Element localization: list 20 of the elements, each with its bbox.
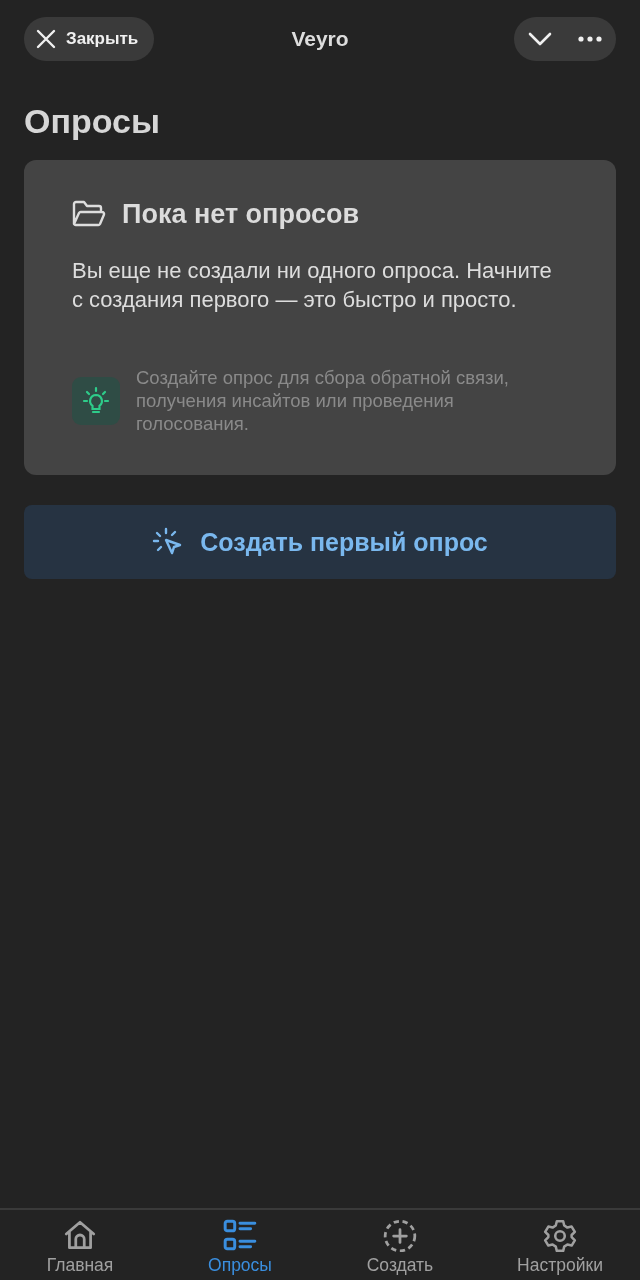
empty-state-text: Вы еще не создали ни одного опроса. Начните с создания первого — это быстро и просто. <box>72 257 553 315</box>
more-icon[interactable] <box>578 36 602 42</box>
tab[interactable]: Настройки <box>480 1210 640 1280</box>
empty-state-title: Пока нет опросов <box>122 197 360 231</box>
home-icon <box>62 1218 98 1252</box>
add-icon <box>382 1218 418 1252</box>
folder-icon <box>72 200 106 229</box>
settings-icon <box>542 1218 578 1252</box>
app-title: Veyro <box>291 27 349 51</box>
lightbulb-icon <box>72 376 120 425</box>
list-icon <box>222 1218 258 1252</box>
tab[interactable]: Создать <box>320 1210 480 1280</box>
chevron-down-icon[interactable] <box>528 32 552 46</box>
close-icon <box>36 29 56 49</box>
tab[interactable]: Главная <box>0 1210 160 1280</box>
create-poll-button[interactable]: Создать первый опрос <box>24 505 616 580</box>
tip-text: Создайте опрос для сбора обратной связи, получения инсайтов или проведения голосования. <box>136 366 510 436</box>
close-button[interactable]: Закрыть <box>24 17 155 61</box>
tab[interactable]: Опросы <box>160 1210 320 1280</box>
page-title: Опросы <box>24 101 162 142</box>
